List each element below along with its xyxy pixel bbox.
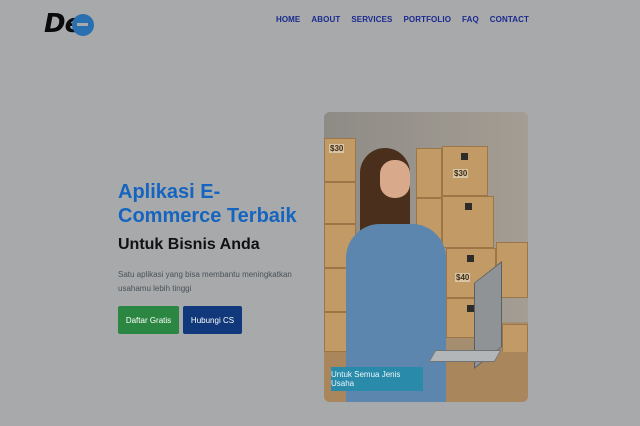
box-price-label: $40 <box>455 273 471 282</box>
image-badge: Untuk Semua Jenis Usaha <box>331 367 423 391</box>
nav-about[interactable]: ABOUT <box>311 15 340 24</box>
box-marking <box>465 203 472 210</box>
box: $30 <box>324 138 356 182</box>
hero-title: Aplikasi E-Commerce Terbaik <box>118 181 297 227</box>
box-marking <box>467 255 474 262</box>
nav-services[interactable]: SERVICES <box>351 15 392 24</box>
box <box>416 148 442 198</box>
hero-subtitle: Untuk Bisnis Anda <box>118 236 260 253</box>
nav-portfolio[interactable]: PORTFOLIO <box>403 15 451 24</box>
hero-description: Satu aplikasi yang bisa membantu meningk… <box>118 270 292 293</box>
nav-faq[interactable]: FAQ <box>462 15 479 24</box>
logo-e-icon <box>72 14 94 36</box>
box-marking <box>467 305 474 312</box>
nav-contact[interactable]: CONTACT <box>490 15 529 24</box>
nav-home[interactable]: HOME <box>276 15 300 24</box>
hero-image: $30 $30 $40 Untuk Semua Jenis Usaha <box>324 112 528 402</box>
box: $30 <box>442 146 488 196</box>
box-price-label: $30 <box>329 144 345 153</box>
box <box>324 182 356 224</box>
person-face <box>380 160 410 198</box>
main-nav: HOME ABOUT SERVICES PORTFOLIO FAQ CONTAC… <box>276 15 529 24</box>
box-marking <box>461 153 468 160</box>
register-free-button[interactable]: Daftar Gratis <box>118 306 179 334</box>
logo[interactable]: De <box>44 8 96 40</box>
box-price-label: $30 <box>453 169 469 178</box>
contact-cs-button[interactable]: Hubungi CS <box>183 306 242 334</box>
laptop-keyboard <box>428 350 502 362</box>
box <box>442 196 494 248</box>
